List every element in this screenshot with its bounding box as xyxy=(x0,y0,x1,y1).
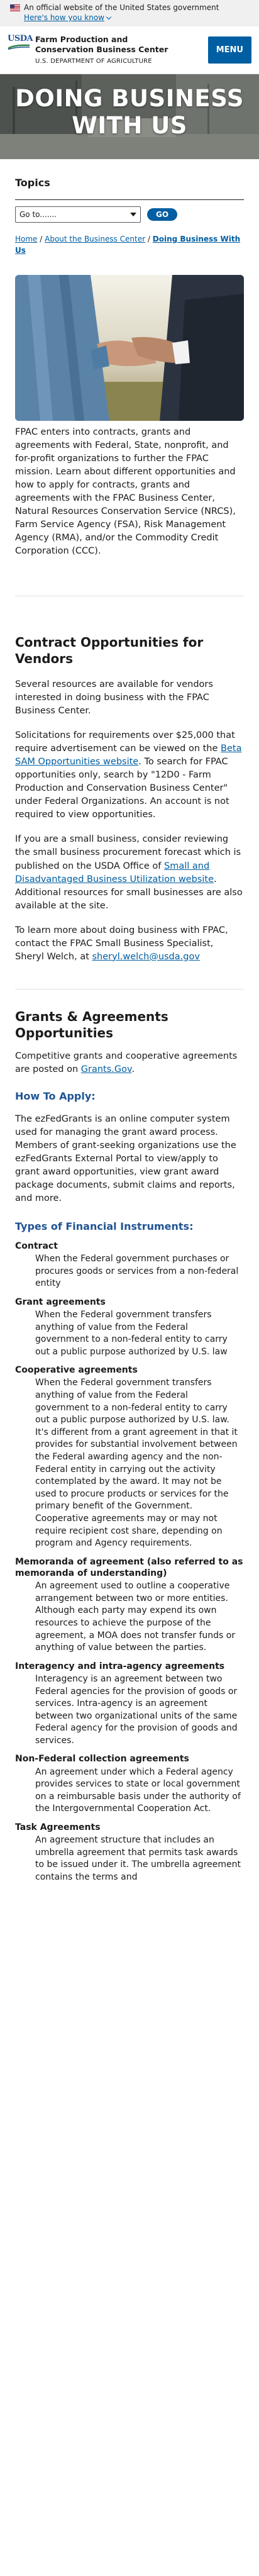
breadcrumb: Home / About the Business Center / Doing… xyxy=(15,235,241,255)
breadcrumb-about[interactable]: About the Business Center xyxy=(45,235,145,243)
topics-nav: Topics Go to....... GO xyxy=(0,159,259,223)
instrument-term: Cooperative agreements xyxy=(15,1365,138,1376)
site-brand[interactable]: USDA Farm Production and Conservation Bu… xyxy=(8,35,180,65)
contracts-paragraph-1: Several resources are available for vend… xyxy=(15,679,213,716)
hero-banner: DOING BUSINESS WITH US xyxy=(0,74,259,160)
contracts-paragraph-4: To learn more about doing business with … xyxy=(15,925,228,962)
grants-heading: Grants & Agreements Opportunities xyxy=(15,1008,168,1040)
main-content: FPAC enters into contracts, grants and a… xyxy=(0,426,259,1883)
topics-divider xyxy=(15,199,244,201)
instrument-term: Grant agreements xyxy=(15,1296,106,1307)
instrument-description: When the Federal government transfers an… xyxy=(35,1378,238,1549)
grants-section: Grants & Agreements Opportunities Compet… xyxy=(15,1008,244,1884)
section-divider xyxy=(15,988,244,990)
contracts-paragraph-2: Solicitations for requirements over $25,… xyxy=(15,730,242,820)
handshake-image xyxy=(15,275,244,421)
instrument-description: When the Federal government transfers an… xyxy=(35,1309,228,1357)
instrument-description: An agreement used to outline a cooperati… xyxy=(35,1581,236,1653)
usda-logo[interactable]: USDA xyxy=(8,35,33,50)
contracts-section: Contract Opportunities for Vendors Sever… xyxy=(15,634,244,963)
instrument-types-heading: Types of Financial Instruments: xyxy=(15,1220,194,1232)
grants-paragraph-1: Competitive grants and cooperative agree… xyxy=(15,1051,238,1074)
gov-banner-text: An official website of the United States… xyxy=(24,3,219,12)
contracts-paragraph-3: If you are a small business, consider re… xyxy=(15,834,243,911)
handshake-photo xyxy=(15,275,244,421)
instrument-term: Memoranda of agreement (also referred to… xyxy=(15,1556,243,1578)
instrument-term: Contract xyxy=(15,1241,58,1251)
instrument-list: Contract When the Federal government pur… xyxy=(15,1241,244,1884)
menu-button[interactable]: MENU xyxy=(207,36,251,64)
instrument-description: Interagency is an agreement between two … xyxy=(35,1673,238,1746)
page-title: DOING BUSINESS WITH US xyxy=(15,85,244,139)
intro-paragraph: FPAC enters into contracts, grants and a… xyxy=(15,427,236,557)
instrument-term: Interagency and intra-agency agreements xyxy=(15,1661,225,1671)
how-to-apply-paragraph: The ezFedGrants is an online computer sy… xyxy=(15,1113,236,1203)
us-flag-icon xyxy=(10,4,20,11)
gov-banner: An official website of the United States… xyxy=(0,0,259,27)
instrument-description: An agreement structure that includes an … xyxy=(35,1835,241,1882)
instrument-description: When the Federal government purchases or… xyxy=(35,1253,239,1289)
breadcrumb-home[interactable]: Home xyxy=(15,235,37,243)
instrument-term: Non-Federal collection agreements xyxy=(15,1754,189,1765)
site-name[interactable]: Farm Production and Conservation Busines… xyxy=(35,35,180,54)
grants-gov-link[interactable]: Grants.Gov xyxy=(81,1064,132,1074)
email-link[interactable]: sheryl.welch@usda.gov xyxy=(92,952,200,962)
contracts-heading: Contract Opportunities for Vendors xyxy=(15,635,204,667)
how-to-apply-heading: How To Apply: xyxy=(15,1090,96,1102)
usda-logo-swoosh-icon xyxy=(8,44,30,50)
caret-down-icon xyxy=(130,213,136,217)
heres-how-you-know-link[interactable]: Here's how you know xyxy=(24,13,112,23)
topics-title: Topics xyxy=(15,177,50,189)
department-name: U.S. DEPARTMENT OF AGRICULTURE xyxy=(35,57,152,65)
instrument-term: Task Agreements xyxy=(15,1822,101,1833)
chevron-down-icon xyxy=(106,14,112,20)
instrument-description: An agreement under which a Federal agenc… xyxy=(35,1766,241,1814)
go-button[interactable]: GO xyxy=(147,208,178,221)
goto-select[interactable]: Go to....... xyxy=(15,206,141,223)
site-header: USDA Farm Production and Conservation Bu… xyxy=(0,26,259,75)
